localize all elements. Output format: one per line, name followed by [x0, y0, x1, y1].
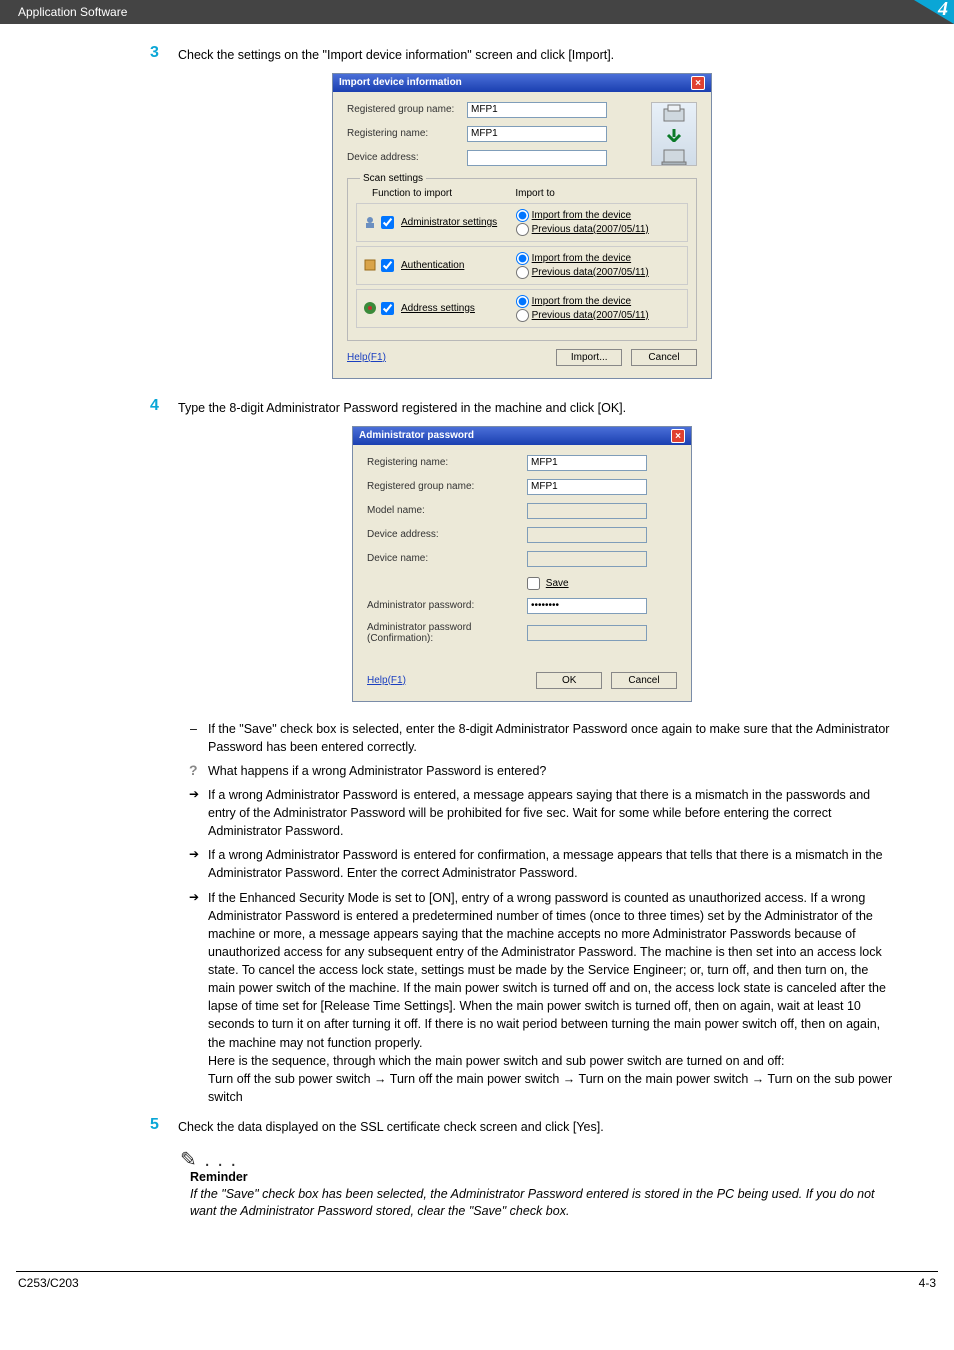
computer-icon: [660, 148, 688, 165]
note-wrong-password: If a wrong Administrator Password is ent…: [190, 786, 894, 840]
page-header: Application Software 4: [0, 0, 954, 24]
model-name-label: Model name:: [367, 505, 527, 516]
registered-group-input[interactable]: [467, 102, 607, 118]
auth-checkbox[interactable]: [381, 259, 394, 272]
reminder-title: Reminder: [190, 1170, 894, 1184]
page-footer: C253/C203 4-3: [0, 1272, 954, 1298]
arrow-down-icon: [665, 129, 683, 142]
registered-group-input[interactable]: [527, 479, 647, 495]
device-name-input: [527, 551, 647, 567]
registering-name-input[interactable]: [467, 126, 607, 142]
auth-label: Authentication: [401, 260, 464, 271]
cancel-button[interactable]: Cancel: [611, 672, 677, 689]
dialog-title: Import device information: [339, 77, 462, 88]
auth-import-device[interactable]: Import from the device: [516, 252, 681, 265]
note-confirmation-mismatch: If a wrong Administrator Password is ent…: [190, 846, 894, 882]
model-name-input: [527, 503, 647, 519]
save-checkbox[interactable]: [527, 577, 540, 590]
col-import-to: Import to: [515, 188, 688, 199]
radio-import-device-3[interactable]: [516, 295, 529, 308]
radio-previous-data-3[interactable]: [516, 309, 529, 322]
device-transfer-illustration: [651, 102, 697, 166]
admin-password-input[interactable]: [527, 598, 647, 614]
address-import-device[interactable]: Import from the device: [516, 295, 681, 308]
radio-previous-data[interactable]: [516, 223, 529, 236]
admin-settings-checkbox[interactable]: [381, 216, 394, 229]
device-address-label: Device address:: [347, 152, 467, 163]
admin-password-confirm-input: [527, 625, 647, 641]
note-enhanced-security: If the Enhanced Security Mode is set to …: [190, 889, 894, 1107]
scan-settings-legend: Scan settings: [360, 173, 426, 184]
import-button[interactable]: Import...: [556, 349, 622, 366]
save-checkbox-label[interactable]: Save: [527, 577, 569, 590]
device-address-input: [527, 527, 647, 543]
reminder-icon: ✎ . . .: [180, 1147, 894, 1172]
notes-list: If the "Save" check box is selected, ent…: [150, 720, 894, 1107]
dialog-titlebar: Administrator password ×: [353, 427, 691, 445]
admin-password-label: Administrator password:: [367, 600, 527, 611]
step-text: Check the data displayed on the SSL cert…: [178, 1116, 604, 1137]
person-icon: [363, 215, 377, 229]
note-save-checkbox: If the "Save" check box is selected, ent…: [190, 720, 894, 756]
auth-icon: [363, 258, 377, 272]
step-text: Type the 8-digit Administrator Password …: [178, 397, 626, 418]
section-title: Application Software: [18, 5, 127, 19]
footer-page-number: 4-3: [919, 1276, 936, 1290]
step-4: 4 Type the 8-digit Administrator Passwor…: [150, 397, 894, 418]
admin-settings-label: Administrator settings: [401, 217, 497, 228]
printer-icon: [660, 103, 688, 123]
registering-name-label: Registering name:: [367, 457, 527, 468]
address-label: Address settings: [401, 303, 475, 314]
close-icon[interactable]: ×: [671, 429, 685, 443]
step-3: 3 Check the settings on the "Import devi…: [150, 44, 894, 65]
radio-previous-data-2[interactable]: [516, 266, 529, 279]
device-address-label: Device address:: [367, 529, 527, 540]
dialog-title: Administrator password: [359, 430, 474, 441]
address-icon: [363, 301, 377, 315]
registering-name-label: Registering name:: [347, 128, 467, 139]
registered-group-label: Registered group name:: [347, 104, 467, 115]
ok-button[interactable]: OK: [536, 672, 602, 689]
step-text: Check the settings on the "Import device…: [178, 44, 614, 65]
dialog-import-device-info: Import device information × Registered g…: [332, 73, 712, 379]
step-number: 3: [150, 44, 178, 62]
note-question: What happens if a wrong Administrator Pa…: [190, 762, 894, 780]
reminder-body: If the "Save" check box has been selecte…: [190, 1186, 894, 1221]
address-previous-data[interactable]: Previous data(2007/05/11): [516, 309, 681, 322]
dialog-titlebar: Import device information ×: [333, 74, 711, 92]
chapter-number: 4: [938, 0, 948, 21]
admin-previous-data[interactable]: Previous data(2007/05/11): [516, 223, 681, 236]
col-function: Function to import: [356, 188, 515, 199]
header-triangle-deco: [914, 0, 954, 24]
auth-previous-data[interactable]: Previous data(2007/05/11): [516, 266, 681, 279]
registered-group-label: Registered group name:: [367, 481, 527, 492]
scan-row-address: Address settings Import from the device …: [356, 289, 688, 328]
device-name-label: Device name:: [367, 553, 527, 564]
admin-import-device[interactable]: Import from the device: [516, 209, 681, 222]
radio-import-device[interactable]: [516, 209, 529, 222]
dialog-admin-password: Administrator password × Registering nam…: [352, 426, 692, 702]
admin-password-confirm-label: Administrator password (Confirmation):: [367, 622, 527, 644]
device-address-input[interactable]: [467, 150, 607, 166]
scan-row-admin: Administrator settings Import from the d…: [356, 203, 688, 242]
registering-name-input[interactable]: [527, 455, 647, 471]
address-checkbox[interactable]: [381, 302, 394, 315]
step-5: 5 Check the data displayed on the SSL ce…: [150, 1116, 894, 1137]
cancel-button[interactable]: Cancel: [631, 349, 697, 366]
step-number: 5: [150, 1116, 178, 1134]
scan-settings-group: Scan settings Function to import Import …: [347, 178, 697, 341]
help-link[interactable]: Help(F1): [367, 675, 406, 686]
close-icon[interactable]: ×: [691, 76, 705, 90]
radio-import-device-2[interactable]: [516, 252, 529, 265]
scan-row-auth: Authentication Import from the device Pr…: [356, 246, 688, 285]
footer-model: C253/C203: [18, 1276, 79, 1290]
step-number: 4: [150, 397, 178, 415]
help-link[interactable]: Help(F1): [347, 352, 386, 363]
